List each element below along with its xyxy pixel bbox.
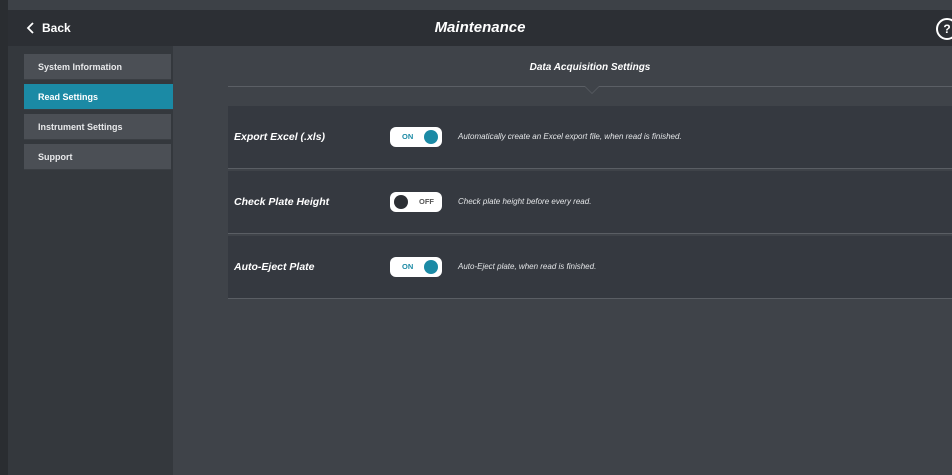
section-notch-inner	[585, 86, 599, 93]
setting-description: Auto-Eject plate, when read is finished.	[458, 262, 597, 271]
toggle-knob	[424, 130, 438, 144]
toggle-state-label: ON	[402, 262, 414, 271]
sidebar-item-system-information[interactable]: System Information	[24, 54, 171, 80]
header-bar: Back Maintenance ?	[8, 10, 952, 47]
setting-label: Check Plate Height	[234, 196, 330, 208]
check-plate-height-toggle[interactable]: OFF	[390, 192, 442, 212]
setting-row-check-plate-height: Check Plate Height OFF Check plate heigh…	[228, 171, 952, 234]
toggle-knob	[394, 195, 408, 209]
auto-eject-toggle[interactable]: ON	[390, 257, 442, 277]
sidebar: System Information Read Settings Instrum…	[8, 46, 186, 475]
setting-description: Automatically create an Excel export fil…	[458, 132, 682, 141]
sidebar-item-support[interactable]: Support	[24, 144, 171, 170]
setting-description: Check plate height before every read.	[458, 197, 592, 206]
setting-row-export-excel: Export Excel (.xls) ON Automatically cre…	[228, 106, 952, 169]
page-title: Maintenance	[434, 19, 526, 36]
toggle-knob	[424, 260, 438, 274]
setting-label: Auto-Eject Plate	[234, 261, 315, 273]
sidebar-item-read-settings[interactable]: Read Settings	[24, 84, 186, 110]
question-circle-icon[interactable]: ?	[936, 18, 952, 40]
toggle-state-label: ON	[402, 132, 414, 141]
window-edge	[0, 0, 8, 475]
section-title: Data Acquisition Settings	[529, 62, 651, 73]
setting-row-auto-eject: Auto-Eject Plate ON Auto-Eject plate, wh…	[228, 236, 952, 299]
export-excel-toggle[interactable]: ON	[390, 127, 442, 147]
setting-label: Export Excel (.xls)	[234, 131, 326, 143]
sidebar-item-instrument-settings[interactable]: Instrument Settings	[24, 114, 171, 140]
main-content: Data Acquisition Settings Export Excel (…	[173, 46, 952, 475]
toggle-state-label: OFF	[419, 197, 434, 206]
